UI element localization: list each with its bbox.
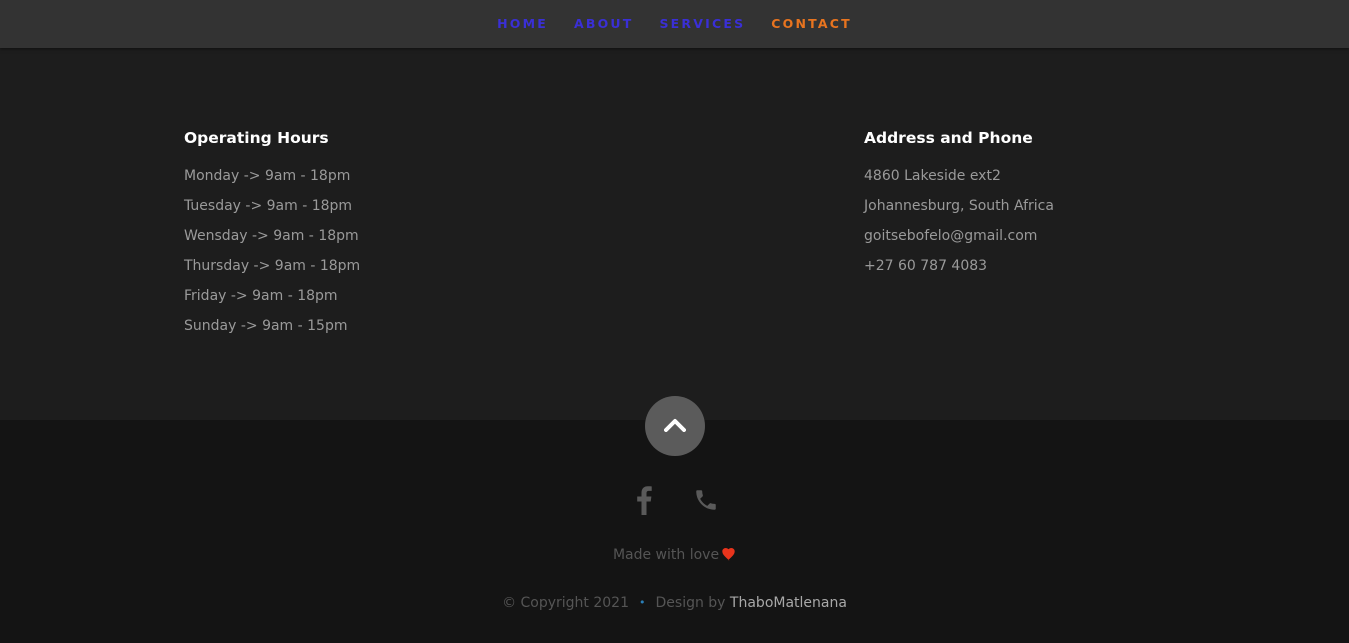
nav-link-home[interactable]: HOME	[497, 16, 548, 32]
copyright-line: © Copyright 2021 • Design by ThaboMatlenan…	[0, 594, 1349, 612]
operating-hours-column: Operating Hours Monday -> 9am - 18pm Tue…	[184, 128, 360, 341]
heart-icon	[721, 548, 736, 566]
phone-icon[interactable]	[692, 484, 720, 516]
contact-info-section: Operating Hours Monday -> 9am - 18pm Tue…	[0, 48, 1349, 420]
separator-dot: •	[639, 596, 646, 609]
contact-phone: +27 60 787 4083	[864, 258, 988, 274]
social-links	[0, 484, 1349, 516]
made-with-love: Made with love	[0, 546, 1349, 566]
nav-link-about[interactable]: ABOUT	[574, 16, 634, 32]
design-by-text: Design by	[655, 595, 726, 611]
address-city: Johannesburg, South Africa	[864, 198, 1054, 214]
contact-email: goitsebofelo@gmail.com	[864, 228, 1038, 244]
designer-link[interactable]: ThaboMatlenana	[730, 595, 847, 611]
address-phone-title: Address and Phone	[864, 129, 1033, 147]
hours-line: Monday -> 9am - 18pm	[184, 168, 351, 184]
navbar: HOME ABOUT SERVICES CONTACT	[0, 0, 1349, 48]
made-with-love-text: Made with love	[612, 547, 720, 563]
chevron-up-icon	[664, 417, 686, 436]
hours-line: Friday -> 9am - 18pm	[184, 288, 338, 304]
hours-line: Thursday -> 9am - 18pm	[184, 258, 361, 274]
nav-link-services[interactable]: SERVICES	[659, 16, 745, 32]
nav-link-contact[interactable]: CONTACT	[771, 16, 852, 32]
hours-line: Sunday -> 9am - 15pm	[184, 318, 348, 334]
hours-line: Tuesday -> 9am - 18pm	[184, 198, 353, 214]
facebook-icon[interactable]	[630, 484, 658, 516]
operating-hours-title: Operating Hours	[184, 129, 329, 147]
main-nav: HOME ABOUT SERVICES CONTACT	[0, 16, 1349, 32]
back-to-top-button[interactable]	[645, 396, 705, 456]
address-street: 4860 Lakeside ext2	[864, 168, 1001, 184]
address-phone-column: Address and Phone 4860 Lakeside ext2 Joh…	[864, 128, 1054, 281]
operating-hours-list: Monday -> 9am - 18pm Tuesday -> 9am - 18…	[184, 161, 360, 341]
copyright-text: © Copyright 2021	[502, 595, 629, 611]
hours-line: Wensday -> 9am - 18pm	[184, 228, 359, 244]
address-phone-list: 4860 Lakeside ext2 Johannesburg, South A…	[864, 161, 1054, 281]
